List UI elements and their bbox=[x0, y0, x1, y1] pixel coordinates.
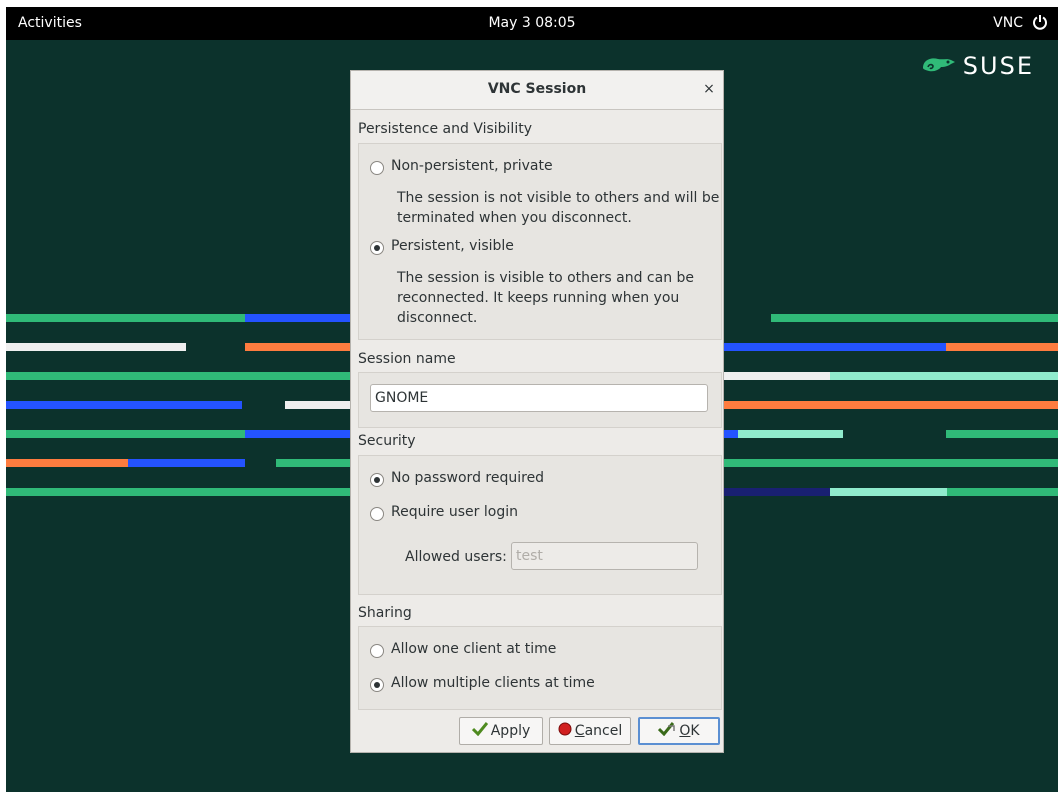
allowed-users-input[interactable]: test bbox=[511, 542, 698, 570]
vnc-indicator[interactable]: VNC bbox=[993, 15, 1023, 31]
persistent-description: The session is visible to others and can… bbox=[397, 268, 694, 328]
dialog-title: VNC Session bbox=[487, 81, 587, 97]
stripe bbox=[947, 488, 1058, 496]
description-line: disconnect. bbox=[397, 310, 478, 326]
dialog-titlebar[interactable]: VNC Session × bbox=[351, 71, 723, 110]
persistent-label[interactable]: Persistent, visible bbox=[391, 238, 514, 254]
stripe bbox=[716, 372, 830, 380]
stripe bbox=[245, 430, 355, 438]
no-password-radio[interactable] bbox=[370, 473, 384, 487]
security-group: No password required Require user login … bbox=[358, 455, 722, 595]
description-line: terminated when you disconnect. bbox=[397, 210, 632, 226]
stripe bbox=[245, 314, 355, 322]
ok-button[interactable]: OK bbox=[638, 717, 720, 745]
power-icon[interactable] bbox=[1032, 14, 1048, 34]
session-name-input[interactable]: GNOME bbox=[370, 384, 708, 412]
session-name-group: GNOME bbox=[358, 372, 722, 428]
ok-check-icon bbox=[658, 722, 676, 740]
vnc-session-dialog: VNC Session × Persistence and Visibility… bbox=[350, 70, 724, 753]
desktop: Activities May 3 08:05 VNC SUSE VNC Sess… bbox=[6, 7, 1058, 792]
stripe bbox=[716, 343, 946, 351]
sharing-section-label: Sharing bbox=[358, 605, 412, 621]
stripe bbox=[276, 459, 355, 467]
top-bar: Activities May 3 08:05 VNC bbox=[6, 7, 1058, 40]
close-button[interactable]: × bbox=[699, 79, 719, 99]
persistent-radio[interactable] bbox=[370, 241, 384, 255]
stripe bbox=[6, 372, 355, 380]
stripe bbox=[738, 430, 843, 438]
cancel-label: Cancel bbox=[575, 723, 622, 739]
suse-chameleon-icon bbox=[921, 52, 957, 80]
non-persistent-radio[interactable] bbox=[370, 161, 384, 175]
stripe bbox=[6, 314, 245, 322]
description-line: reconnected. It keeps running when you bbox=[397, 290, 680, 306]
one-client-radio[interactable] bbox=[370, 644, 384, 658]
require-login-radio[interactable] bbox=[370, 507, 384, 521]
clock[interactable]: May 3 08:05 bbox=[6, 15, 1058, 31]
stripe bbox=[6, 401, 242, 409]
cancel-label-rest: ancel bbox=[584, 723, 623, 739]
no-password-label[interactable]: No password required bbox=[391, 470, 544, 486]
multiple-clients-radio[interactable] bbox=[370, 678, 384, 692]
stripe bbox=[128, 459, 245, 467]
stop-icon bbox=[558, 722, 572, 740]
suse-logo-text: SUSE bbox=[962, 52, 1034, 80]
stripe bbox=[245, 343, 355, 351]
description-line: The session is not visible to others and… bbox=[397, 190, 720, 206]
apply-label: Apply bbox=[490, 723, 531, 739]
stripe bbox=[946, 343, 1058, 351]
stripe bbox=[771, 314, 1058, 322]
security-section-label: Security bbox=[358, 433, 416, 449]
persistence-group: Non-persistent, private The session is n… bbox=[358, 143, 722, 340]
stripe bbox=[830, 488, 947, 496]
ok-label: OK bbox=[679, 723, 699, 739]
non-persistent-description: The session is not visible to others and… bbox=[397, 188, 719, 228]
ok-label-rest: K bbox=[690, 723, 700, 739]
stripe bbox=[6, 459, 128, 467]
checkmark-icon bbox=[471, 722, 488, 740]
stripe bbox=[716, 488, 830, 496]
multiple-clients-label[interactable]: Allow multiple clients at time bbox=[391, 675, 595, 691]
stripe bbox=[946, 430, 1058, 438]
stripe bbox=[285, 401, 355, 409]
apply-button[interactable]: Apply bbox=[459, 717, 543, 745]
description-line: The session is visible to others and can… bbox=[397, 270, 695, 286]
ok-mnemonic: O bbox=[679, 723, 691, 739]
allowed-users-label: Allowed users: bbox=[405, 549, 507, 565]
session-name-label: Session name bbox=[358, 351, 456, 367]
cancel-button[interactable]: Cancel bbox=[549, 717, 631, 745]
persistence-section-label: Persistence and Visibility bbox=[358, 121, 532, 137]
require-login-label[interactable]: Require user login bbox=[391, 504, 518, 520]
suse-logo: SUSE bbox=[921, 52, 1034, 80]
non-persistent-label[interactable]: Non-persistent, private bbox=[391, 158, 553, 174]
one-client-label[interactable]: Allow one client at time bbox=[391, 641, 556, 657]
stripe bbox=[716, 401, 1058, 409]
sharing-group: Allow one client at time Allow multiple … bbox=[358, 626, 722, 710]
stripe bbox=[6, 488, 355, 496]
stripe bbox=[6, 430, 245, 438]
stripe bbox=[6, 343, 186, 351]
cancel-mnemonic: C bbox=[574, 723, 585, 739]
stripe bbox=[830, 372, 1058, 380]
stripe bbox=[716, 459, 1058, 467]
